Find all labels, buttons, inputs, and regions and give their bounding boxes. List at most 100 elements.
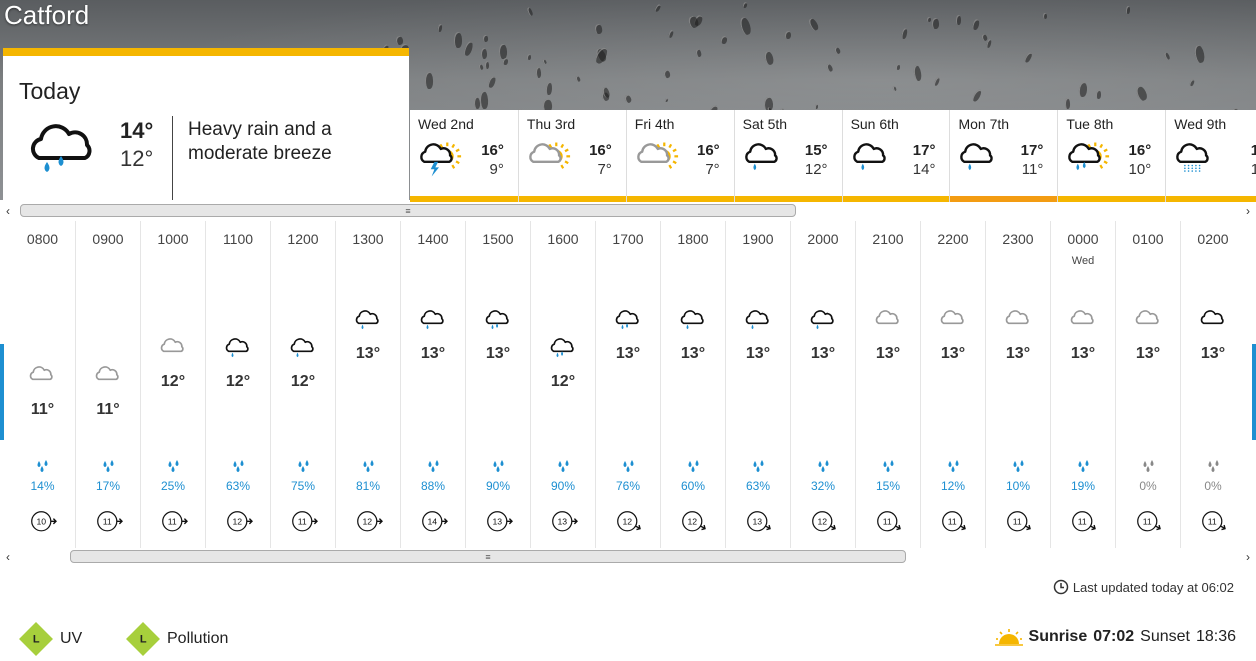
day-tab[interactable]: Tue 8th 16° 10° <box>1057 110 1166 202</box>
hour-temp: 13° <box>1070 345 1096 362</box>
rain-chance: 10% <box>1005 479 1031 493</box>
hour-temp: 13° <box>680 345 706 362</box>
wind-direction-icon: 12 <box>617 511 641 532</box>
today-card[interactable]: Today 14° 12° Heavy rain and a moderate … <box>3 48 409 202</box>
scroll-right-icon[interactable]: › <box>1246 550 1250 564</box>
day-tab[interactable]: Sat 5th 15° 12° <box>733 110 842 202</box>
left-edge-indicator <box>0 344 4 440</box>
last-updated: Last updated today at 06:02 <box>1053 579 1234 595</box>
hourly-scrollbar[interactable]: ‹ ≡ › <box>4 548 1252 566</box>
day-high-temp: 16° <box>1128 142 1152 159</box>
hour-column[interactable]: 1600 12° 90% 13 <box>530 221 595 549</box>
hour-column[interactable]: 2300 13° 10% 11 <box>985 221 1050 549</box>
wind-speed: 11 <box>948 517 957 527</box>
day-name: Thu 3rd <box>526 116 576 132</box>
day-name: Tue 8th <box>1066 116 1114 132</box>
day-tab[interactable]: Wed 2nd 16° 9° <box>410 110 518 202</box>
rain-drops-icon <box>103 460 114 472</box>
raindrop <box>1042 12 1048 20</box>
hour-time: 1800 <box>677 231 709 247</box>
rain-drops-icon <box>1143 460 1154 472</box>
hour-column[interactable]: 1900 13° 63% 13 <box>725 221 790 549</box>
pollution-indicator[interactable]: L Pollution <box>126 622 228 656</box>
hour-column[interactable]: 1000 12° 25% 11 <box>140 221 205 549</box>
daily-scrollbar[interactable]: ‹ ≡ › <box>4 202 1252 220</box>
raindrop <box>479 91 489 110</box>
right-edge-indicator <box>1252 344 1256 440</box>
daily-scroll-thumb[interactable]: ≡ <box>20 204 796 217</box>
hour-time: 1700 <box>612 231 644 247</box>
hour-column[interactable]: 1800 13° 60% 12 <box>660 221 725 549</box>
hour-column[interactable]: 2000 13° 32% 12 <box>790 221 855 549</box>
thunder-sun-cloud-icon <box>420 142 462 177</box>
hour-column[interactable]: 1400 13° 88% 14 <box>400 221 465 549</box>
scroll-left-icon[interactable]: ‹ <box>6 204 10 218</box>
hour-column[interactable]: 0000 Wed 13° 19% 11 <box>1050 221 1115 549</box>
pollution-level: L <box>139 632 147 645</box>
hour-column[interactable]: 0800 11° 14% 10 <box>10 221 75 549</box>
raindrop <box>1188 78 1195 87</box>
raindrop <box>1134 84 1149 103</box>
rain-drops-icon <box>493 460 504 472</box>
scroll-left-icon[interactable]: ‹ <box>6 550 10 564</box>
raindrop <box>694 48 702 58</box>
day-tab[interactable]: Sun 6th 17° 14° <box>841 110 950 202</box>
day-tab[interactable]: Wed 9th 1 1 <box>1165 110 1256 202</box>
raindrop <box>525 6 534 18</box>
hour-column[interactable]: 0900 11° 17% 11 <box>75 221 140 549</box>
rain-drops-icon <box>1078 460 1089 472</box>
raindrop <box>454 31 463 48</box>
daily-forecast-strip: Wed 2nd 16° 9° Thu 3rd 16° 7° Fri 4th 16… <box>410 110 1256 202</box>
day-tab[interactable]: Fri 4th 16° 7° <box>625 110 734 202</box>
light-rain-cloud-icon <box>355 310 379 330</box>
hour-column[interactable]: 1500 13° 90% 13 <box>465 221 530 549</box>
wind-direction-icon: 10 <box>31 511 57 532</box>
light-rain-cloud-icon <box>290 338 314 358</box>
raindrop <box>623 94 633 105</box>
raindrop <box>1023 51 1034 64</box>
hour-temp: 12° <box>160 373 186 390</box>
rain-drops-icon <box>753 460 764 472</box>
hour-column[interactable]: 0200 13° 0% 11 <box>1180 221 1245 549</box>
raindrop <box>955 14 961 25</box>
grey-cloud-icon <box>875 310 899 325</box>
hour-time: 1600 <box>547 231 579 247</box>
wind-speed: 11 <box>168 517 177 527</box>
raindrop <box>574 75 581 83</box>
raindrop <box>1095 89 1102 99</box>
scroll-right-icon[interactable]: › <box>1246 204 1250 218</box>
wind-direction-icon: 12 <box>812 511 836 532</box>
rain-chance: 12% <box>940 479 966 493</box>
wind-speed: 12 <box>362 517 372 527</box>
rain-chance: 60% <box>680 479 706 493</box>
hour-column[interactable]: 1200 12° 75% 11 <box>270 221 335 549</box>
location-title: Catford <box>4 0 90 30</box>
hour-column[interactable]: 2200 13° 12% 11 <box>920 221 985 549</box>
clock-icon <box>1053 579 1069 595</box>
day-high-temp: 17° <box>912 142 936 159</box>
hourly-scroll-thumb[interactable]: ≡ <box>70 550 906 563</box>
raindrop <box>892 85 898 92</box>
raindrop <box>785 30 792 40</box>
hour-temp: 13° <box>810 345 836 362</box>
last-updated-text: Last updated today at 06:02 <box>1072 579 1234 595</box>
hour-time: 1900 <box>742 231 774 247</box>
day-tab[interactable]: Thu 3rd 16° 7° <box>517 110 626 202</box>
hour-column[interactable]: 2100 13° 15% 11 <box>855 221 920 549</box>
uv-indicator[interactable]: L UV <box>19 622 82 656</box>
grey-cloud-icon <box>1005 310 1029 325</box>
day-low-temp: 14° <box>912 161 936 178</box>
raindrop <box>763 50 775 67</box>
hour-temp: 11° <box>96 401 120 418</box>
day-tab[interactable]: Mon 7th 17° 11° <box>949 110 1058 202</box>
hour-column[interactable]: 0100 13° 0% 11 <box>1115 221 1180 549</box>
day-low-temp: 10° <box>1128 161 1152 178</box>
hour-column[interactable]: 1700 13° 76% 12 <box>595 221 660 549</box>
rain-drops-icon <box>1013 460 1024 472</box>
hourly-forecast: 0800 11° 14% 10 0900 11° 17% 11 1000 12°… <box>10 221 1250 549</box>
hour-column[interactable]: 1100 12° 63% 12 <box>205 221 270 549</box>
wind-direction-icon: 11 <box>97 511 123 532</box>
hour-column[interactable]: 1300 13° 81% 12 <box>335 221 400 549</box>
rain-chance: 19% <box>1070 479 1096 493</box>
raindrop <box>900 27 908 40</box>
